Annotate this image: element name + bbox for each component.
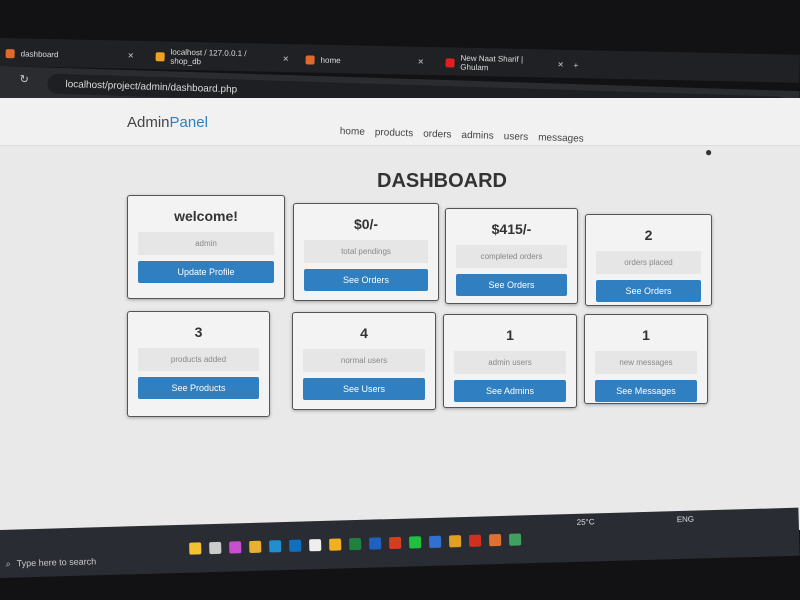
close-icon[interactable]: × — [558, 59, 564, 70]
app-icon[interactable] — [468, 534, 482, 547]
stat-label: admin users — [454, 351, 566, 374]
xampp-icon[interactable] — [488, 533, 502, 547]
search-placeholder: Type here to search — [16, 556, 97, 569]
outlook-icon[interactable] — [289, 539, 302, 552]
card-button[interactable]: See Orders — [456, 274, 567, 296]
nav-messages[interactable]: messages — [538, 132, 584, 144]
page: AdminPanel home products orders admins u… — [0, 98, 800, 530]
stat-label: orders placed — [596, 251, 701, 274]
page-title: DASHBOARD — [377, 170, 507, 192]
stat-value: 2 — [644, 227, 653, 243]
card-button[interactable]: Update Profile — [138, 261, 274, 283]
tab-youtube[interactable]: New Naat Sharif | Ghulam × — [439, 51, 569, 76]
stat-card: 1 new messages See Messages — [584, 314, 708, 404]
card-button[interactable]: See Users — [303, 378, 425, 400]
teams-icon[interactable] — [428, 535, 442, 549]
stat-value: welcome! — [174, 208, 238, 224]
stat-value: 4 — [360, 325, 368, 341]
stat-card: $415/- completed orders See Orders — [445, 208, 578, 304]
powerbi-icon[interactable] — [329, 538, 342, 551]
tab-title: localhost / 127.0.0.1 / shop_db — [170, 47, 247, 67]
tab-title: home — [320, 55, 341, 65]
close-icon[interactable]: × — [128, 50, 134, 61]
stat-card: 3 products added See Products — [127, 311, 270, 417]
close-icon[interactable]: × — [283, 53, 289, 64]
tab-favicon — [305, 54, 315, 65]
stat-value: 3 — [194, 324, 203, 340]
nav-admins[interactable]: admins — [461, 130, 494, 142]
stat-label: normal users — [303, 349, 425, 372]
taskbar-apps — [189, 533, 522, 555]
file-explorer-icon[interactable] — [249, 540, 262, 554]
edge-icon[interactable] — [269, 540, 282, 553]
powerpoint-icon[interactable] — [389, 536, 402, 550]
chrome-icon[interactable] — [448, 535, 462, 548]
reload-icon[interactable]: ↻ — [19, 73, 29, 86]
stat-label: products added — [138, 348, 259, 371]
task-view-icon[interactable] — [209, 541, 222, 555]
close-icon[interactable]: × — [418, 56, 424, 67]
stat-card: 4 normal users See Users — [292, 312, 436, 410]
store-icon[interactable] — [309, 539, 322, 552]
stat-label: new messages — [595, 351, 697, 374]
weather-widget[interactable]: 25°C ENG — [577, 515, 695, 527]
new-tab-button[interactable]: + — [567, 54, 584, 76]
card-button[interactable]: See Products — [138, 377, 259, 399]
excel-icon[interactable] — [349, 537, 362, 551]
brand-logo[interactable]: AdminPanel — [127, 114, 208, 131]
nav-menu: home products orders admins users messag… — [340, 126, 584, 145]
stat-card: welcome! admin Update Profile — [127, 195, 285, 299]
stat-value: 1 — [642, 327, 650, 343]
search-icon: ⌕ — [5, 558, 11, 569]
language-indicator[interactable]: ENG — [677, 515, 695, 524]
card-button[interactable]: See Messages — [595, 380, 697, 402]
brand-a: Admin — [127, 114, 170, 131]
user-icon[interactable]: ● — [705, 145, 712, 159]
url-text: localhost/project/admin/dashboard.php — [65, 78, 238, 95]
tab-title: New Naat Sharif | Ghulam — [460, 53, 524, 73]
card-button[interactable]: See Orders — [596, 280, 701, 302]
tab-favicon — [155, 51, 165, 61]
brand-b: Panel — [169, 114, 208, 131]
tab-dashboard[interactable]: dashboard × — [0, 42, 140, 67]
stat-label: completed orders — [456, 245, 567, 268]
stat-card: $0/- total pendings See Orders — [293, 203, 439, 301]
chrome-icon[interactable] — [508, 533, 522, 546]
stat-value: $0/- — [353, 216, 379, 232]
taskbar-search[interactable]: ⌕ Type here to search — [5, 547, 176, 576]
app-icon[interactable] — [229, 541, 242, 554]
card-button[interactable]: See Orders — [304, 269, 428, 291]
card-button[interactable]: See Admins — [454, 380, 566, 402]
nav-home[interactable]: home — [340, 126, 365, 138]
nav-orders[interactable]: orders — [423, 129, 452, 141]
weather-text: 25°C — [576, 517, 595, 527]
stat-label: total pendings — [304, 240, 428, 263]
tab-favicon — [5, 48, 15, 58]
stat-value: 1 — [506, 327, 514, 343]
stat-value: $415/- — [491, 221, 532, 237]
spotify-icon[interactable] — [409, 536, 422, 549]
stat-card: 2 orders placed See Orders — [585, 214, 712, 306]
tab-favicon — [445, 57, 455, 68]
stat-card: 1 admin users See Admins — [443, 314, 577, 408]
tab-home[interactable]: home × — [299, 48, 429, 73]
nav-products[interactable]: products — [375, 127, 414, 139]
navbar: AdminPanel home products orders admins u… — [0, 98, 800, 146]
tab-phpmyadmin[interactable]: localhost / 127.0.0.1 / shop_db × — [149, 45, 294, 70]
stat-label: admin — [138, 232, 274, 255]
tab-title: dashboard — [20, 48, 59, 59]
word-icon[interactable] — [369, 537, 382, 550]
copilot-icon[interactable] — [189, 542, 202, 555]
nav-users[interactable]: users — [504, 131, 529, 143]
